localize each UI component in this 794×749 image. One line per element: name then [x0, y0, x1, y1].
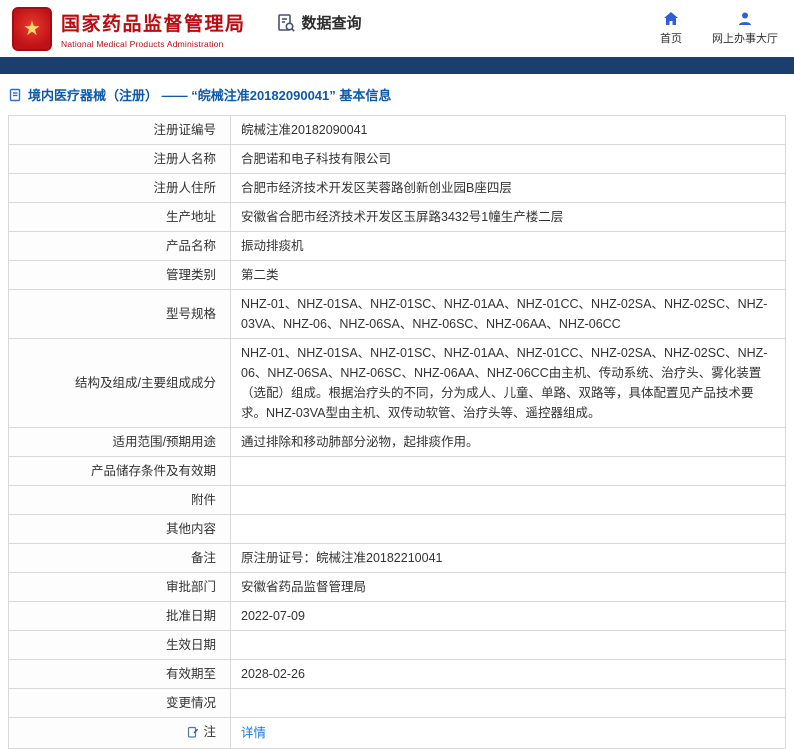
- national-emblem-logo: ★: [12, 6, 52, 51]
- table-row: 备注 原注册证号：皖械注准20182210041: [8, 543, 786, 573]
- header: ★ 国家药品监督管理局 National Medical Products Ad…: [0, 0, 794, 57]
- row-label: 附件: [8, 485, 231, 515]
- row-label: 管理类别: [8, 260, 231, 290]
- row-label: 注册人住所: [8, 173, 231, 203]
- table-row: 产品名称 振动排痰机: [8, 231, 786, 261]
- row-value: 合肥市经济技术开发区芙蓉路创新创业园B座四层: [230, 173, 786, 203]
- row-label: 有效期至: [8, 659, 231, 689]
- nav-home-label: 首页: [660, 33, 682, 45]
- row-value: 详情: [230, 717, 786, 749]
- row-label: 型号规格: [8, 289, 231, 339]
- row-value: 合肥诺和电子科技有限公司: [230, 144, 786, 174]
- row-value: 振动排痰机: [230, 231, 786, 261]
- data-query-section[interactable]: 数据查询: [276, 12, 362, 33]
- row-value: [230, 514, 786, 544]
- row-label: 审批部门: [8, 572, 231, 602]
- data-query-label: 数据查询: [301, 15, 362, 32]
- row-value: 2022-07-09: [230, 601, 786, 631]
- note-label: 注: [203, 725, 216, 739]
- row-label: 结构及组成/主要组成成分: [8, 338, 231, 428]
- row-label: 产品储存条件及有效期: [8, 456, 231, 486]
- row-value: [230, 485, 786, 515]
- top-nav: 首页 网上办事大厅: [660, 11, 778, 46]
- table-row: 附件: [8, 485, 786, 515]
- table-row: 管理类别 第二类: [8, 260, 786, 290]
- row-value: 皖械注准20182090041: [230, 115, 786, 145]
- table-row-note: 注 详情: [8, 717, 786, 749]
- note-icon: [187, 724, 199, 744]
- table-row: 注册人名称 合肥诺和电子科技有限公司: [8, 144, 786, 174]
- row-value: [230, 630, 786, 660]
- org-name-en: National Medical Products Administration: [61, 38, 224, 49]
- row-label: 适用范围/预期用途: [8, 427, 231, 457]
- row-label: 注册人名称: [8, 144, 231, 174]
- info-table: 注册证编号 皖械注准20182090041 注册人名称 合肥诺和电子科技有限公司…: [8, 115, 786, 749]
- nav-bar: [0, 57, 794, 74]
- row-label: 生产地址: [8, 202, 231, 232]
- document-icon: [8, 88, 22, 102]
- row-label: 产品名称: [8, 231, 231, 261]
- table-row: 生产地址 安徽省合肥市经济技术开发区玉屏路3432号1幢生产楼二层: [8, 202, 786, 232]
- table-row: 适用范围/预期用途 通过排除和移动肺部分泌物，起排痰作用。: [8, 427, 786, 457]
- row-value: [230, 456, 786, 486]
- row-label: 变更情况: [8, 688, 231, 718]
- row-value: 安徽省合肥市经济技术开发区玉屏路3432号1幢生产楼二层: [230, 202, 786, 232]
- row-label: 备注: [8, 543, 231, 573]
- org-name-cn: 国家药品监督管理局: [61, 13, 246, 35]
- table-row: 批准日期 2022-07-09: [8, 601, 786, 631]
- row-label: 其他内容: [8, 514, 231, 544]
- table-row: 生效日期: [8, 630, 786, 660]
- home-icon: [663, 11, 679, 27]
- table-row: 有效期至 2028-02-26: [8, 659, 786, 689]
- table-row: 结构及组成/主要组成成分 NHZ-01、NHZ-01SA、NHZ-01SC、NH…: [8, 338, 786, 428]
- breadcrumb-strip: 境内医疗器械（注册） —— “皖械注准20182090041” 基本信息: [0, 74, 794, 113]
- nav-online-hall[interactable]: 网上办事大厅: [712, 11, 778, 46]
- row-value: NHZ-01、NHZ-01SA、NHZ-01SC、NHZ-01AA、NHZ-01…: [230, 338, 786, 428]
- row-value: [230, 688, 786, 718]
- data-query-icon: [276, 13, 296, 33]
- row-value: NHZ-01、NHZ-01SA、NHZ-01SC、NHZ-01AA、NHZ-01…: [230, 289, 786, 339]
- brand[interactable]: ★ 国家药品监督管理局 National Medical Products Ad…: [12, 6, 246, 51]
- row-value: 安徽省药品监督管理局: [230, 572, 786, 602]
- row-value: 通过排除和移动肺部分泌物，起排痰作用。: [230, 427, 786, 457]
- table-row: 审批部门 安徽省药品监督管理局: [8, 572, 786, 602]
- row-label: 注册证编号: [8, 115, 231, 145]
- nav-home[interactable]: 首页: [660, 11, 682, 46]
- table-row: 产品储存条件及有效期: [8, 456, 786, 486]
- table-row: 变更情况: [8, 688, 786, 718]
- row-label: 批准日期: [8, 601, 231, 631]
- table-row: 型号规格 NHZ-01、NHZ-01SA、NHZ-01SC、NHZ-01AA、N…: [8, 289, 786, 339]
- detail-link[interactable]: 详情: [241, 726, 266, 740]
- table-row: 注册证编号 皖械注准20182090041: [8, 115, 786, 145]
- row-value: 原注册证号：皖械注准20182210041: [230, 543, 786, 573]
- row-value: 2028-02-26: [230, 659, 786, 689]
- row-value: 第二类: [230, 260, 786, 290]
- person-icon: [737, 11, 753, 27]
- nav-hall-label: 网上办事大厅: [712, 33, 778, 45]
- row-label: 注: [8, 717, 231, 749]
- table-row: 注册人住所 合肥市经济技术开发区芙蓉路创新创业园B座四层: [8, 173, 786, 203]
- row-label: 生效日期: [8, 630, 231, 660]
- brand-text: 国家药品监督管理局 National Medical Products Admi…: [61, 9, 246, 49]
- breadcrumb: 境内医疗器械（注册） —— “皖械注准20182090041” 基本信息: [28, 88, 392, 103]
- table-row: 其他内容: [8, 514, 786, 544]
